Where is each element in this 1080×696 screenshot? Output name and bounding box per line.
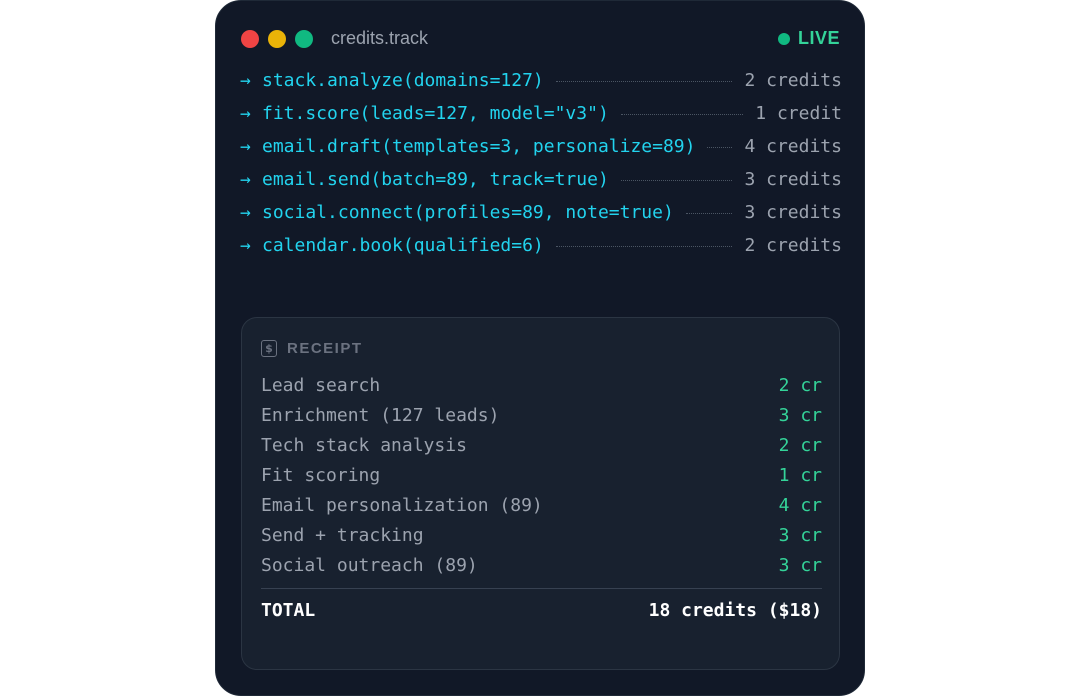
line-label: Lead search — [261, 374, 381, 396]
live-status-label: LIVE — [797, 28, 840, 48]
call-cost: 2 credits — [744, 235, 842, 256]
line-value: 2 cr — [778, 374, 822, 396]
call-cost: 2 credits — [744, 70, 842, 91]
receipt-panel: $ RECEIPT Lead search 2 cr Enrichment (1… — [241, 317, 840, 670]
line-label: Send + tracking — [261, 524, 424, 546]
line-label: Fit scoring — [261, 464, 381, 486]
receipt-line: Lead search 2 cr — [261, 370, 822, 400]
receipt-line: Send + tracking 3 cr — [261, 520, 822, 550]
call-cost: 3 credits — [744, 202, 842, 223]
call-function: email.send(batch=89, track=true) — [262, 169, 609, 190]
line-value: 2 cr — [778, 434, 822, 456]
line-value: 3 cr — [778, 404, 822, 426]
receipt-total: TOTAL 18 credits ($18) — [261, 600, 822, 621]
line-value: 1 cr — [778, 464, 822, 486]
receipt-line: Enrichment (127 leads) 3 cr — [261, 400, 822, 430]
line-value: 4 cr — [778, 494, 822, 516]
receipt-line: Tech stack analysis 2 cr — [261, 430, 822, 460]
live-status-indicator: LIVE — [777, 28, 840, 49]
call-function: stack.analyze(domains=127) — [262, 70, 544, 91]
call-row: → social.connect(profiles=89, note=true)… — [240, 196, 842, 229]
receipt-dollar-icon: $ — [261, 340, 277, 357]
api-call-log: → stack.analyze(domains=127) 2 credits →… — [240, 64, 842, 262]
dotted-leader — [620, 114, 744, 115]
window-title: credits.track — [331, 28, 429, 48]
dotted-leader — [685, 213, 733, 214]
line-value: 3 cr — [778, 554, 822, 576]
arrow-right-icon: → — [240, 235, 251, 256]
call-cost: 3 credits — [744, 169, 842, 190]
maximize-window-button[interactable] — [295, 30, 313, 48]
receipt-heading: RECEIPT — [287, 340, 363, 357]
receipt-line: Email personalization (89) 4 cr — [261, 490, 822, 520]
minimize-window-button[interactable] — [268, 30, 286, 48]
close-window-button[interactable] — [241, 30, 259, 48]
total-value: 18 credits ($18) — [648, 600, 822, 621]
call-cost: 1 credit — [755, 103, 842, 124]
dotted-leader — [620, 180, 733, 181]
call-row: → email.draft(templates=3, personalize=8… — [240, 130, 842, 163]
arrow-right-icon: → — [240, 136, 251, 157]
line-label: Email personalization (89) — [261, 494, 543, 516]
line-label: Enrichment (127 leads) — [261, 404, 500, 426]
call-cost: 4 credits — [744, 136, 842, 157]
receipt-line-items: Lead search 2 cr Enrichment (127 leads) … — [261, 370, 822, 580]
dotted-leader — [707, 147, 733, 148]
receipt-header: $ RECEIPT — [261, 340, 363, 357]
receipt-line: Fit scoring 1 cr — [261, 460, 822, 490]
call-function: fit.score(leads=127, model="v3") — [262, 103, 609, 124]
credits-tracker-window: credits.track LIVE → stack.analyze(domai… — [215, 0, 865, 696]
line-label: Tech stack analysis — [261, 434, 467, 456]
line-label: Social outreach (89) — [261, 554, 478, 576]
call-row: → stack.analyze(domains=127) 2 credits — [240, 64, 842, 97]
call-row: → email.send(batch=89, track=true) 3 cre… — [240, 163, 842, 196]
dotted-leader — [555, 246, 733, 247]
call-function: social.connect(profiles=89, note=true) — [262, 202, 674, 223]
call-row: → fit.score(leads=127, model="v3") 1 cre… — [240, 97, 842, 130]
arrow-right-icon: → — [240, 202, 251, 223]
line-value: 3 cr — [778, 524, 822, 546]
call-function: calendar.book(qualified=6) — [262, 235, 544, 256]
call-function: email.draft(templates=3, personalize=89) — [262, 136, 696, 157]
receipt-divider — [261, 588, 822, 589]
arrow-right-icon: → — [240, 103, 251, 124]
arrow-right-icon: → — [240, 169, 251, 190]
dotted-leader — [555, 81, 733, 82]
arrow-right-icon: → — [240, 70, 251, 91]
live-dot-icon — [777, 32, 790, 45]
total-label: TOTAL — [261, 600, 316, 621]
call-row: → calendar.book(qualified=6) 2 credits — [240, 229, 842, 262]
receipt-line: Social outreach (89) 3 cr — [261, 550, 822, 580]
